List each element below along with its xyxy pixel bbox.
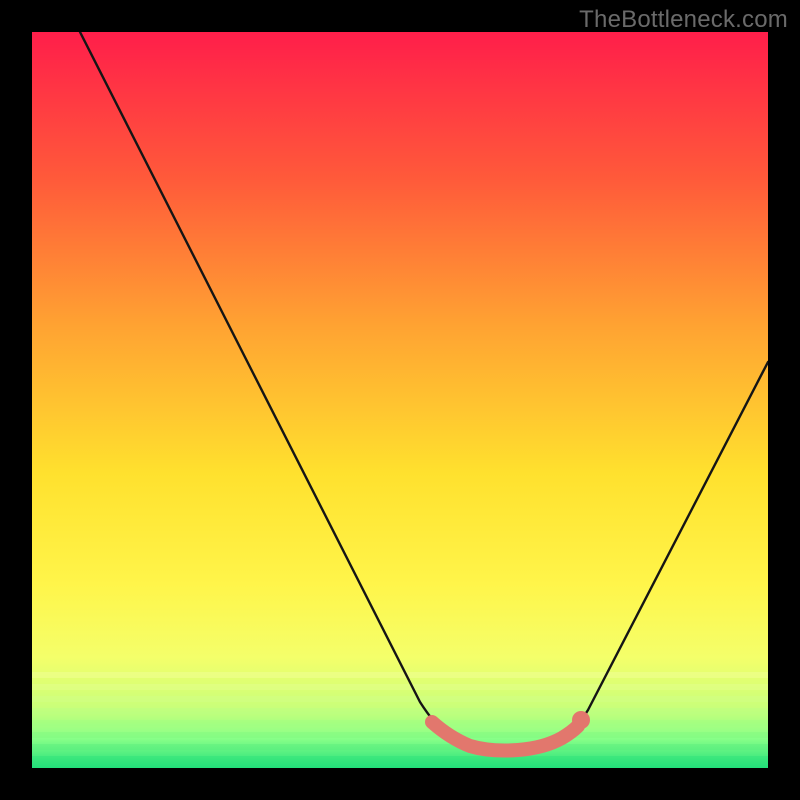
gradient-background [32,32,768,768]
plot-area [32,32,768,768]
chart-frame: TheBottleneck.com [0,0,800,800]
chart-svg [32,32,768,768]
curve-marker [572,711,590,729]
watermark-text: TheBottleneck.com [579,6,788,34]
